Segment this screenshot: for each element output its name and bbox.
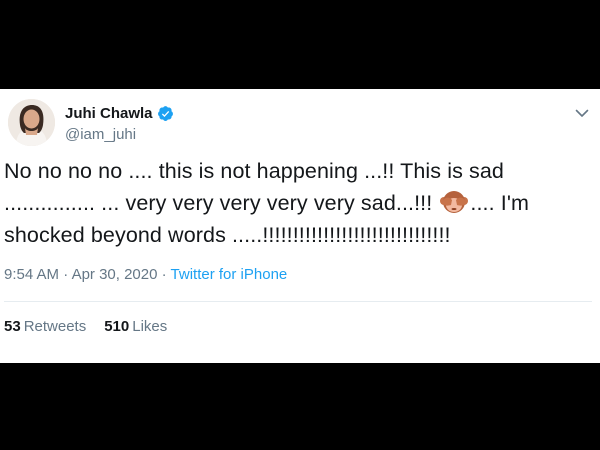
tweet-card: Juhi Chawla @iam_juhi No no no no .... t… bbox=[0, 89, 600, 363]
retweets-count: 53 bbox=[4, 318, 21, 335]
see-no-evil-monkey-icon bbox=[439, 189, 469, 215]
tweet-stats: 53 Retweets 510 Likes bbox=[4, 318, 167, 335]
avatar-image bbox=[8, 99, 55, 146]
tweet-line-2b: .... I'm bbox=[470, 191, 530, 215]
meta-separator: · bbox=[63, 266, 69, 283]
tweet-line-2a: ............... ... very very very very … bbox=[4, 191, 439, 215]
tweet-time[interactable]: 9:54 AM bbox=[4, 266, 59, 283]
retweets-stat[interactable]: 53 Retweets bbox=[4, 318, 86, 335]
meta-separator: · bbox=[161, 266, 167, 283]
tweet-source-link[interactable]: Twitter for iPhone bbox=[171, 266, 288, 283]
user-name[interactable]: Juhi Chawla bbox=[65, 105, 153, 122]
avatar[interactable] bbox=[8, 99, 55, 146]
divider bbox=[4, 301, 592, 302]
retweets-label: Retweets bbox=[23, 318, 87, 335]
tweet-text: No no no no .... this is not happening .… bbox=[4, 155, 594, 251]
verified-badge-icon bbox=[157, 106, 173, 121]
chevron-down-icon[interactable] bbox=[574, 105, 590, 121]
tweet-line-3: shocked beyond words .....!!!!!!!!!!!!!!… bbox=[4, 223, 451, 247]
tweet-meta: 9:54 AM · Apr 30, 2020 · Twitter for iPh… bbox=[4, 266, 287, 283]
tweet-line-1: No no no no .... this is not happening .… bbox=[4, 159, 504, 183]
name-row: Juhi Chawla bbox=[65, 105, 174, 122]
likes-label: Likes bbox=[132, 318, 168, 335]
likes-count: 510 bbox=[104, 318, 130, 335]
user-handle[interactable]: @iam_juhi bbox=[65, 126, 136, 143]
likes-stat[interactable]: 510 Likes bbox=[104, 318, 167, 335]
tweet-date[interactable]: Apr 30, 2020 bbox=[72, 266, 158, 283]
